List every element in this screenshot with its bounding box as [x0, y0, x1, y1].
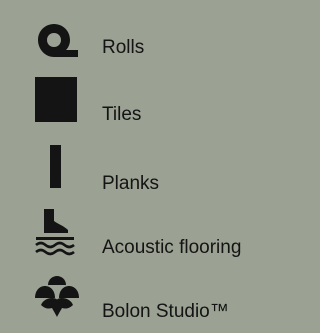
category-item-bolon-studio[interactable]: Bolon Studio™ [0, 273, 270, 333]
bolon-studio-icon [34, 275, 80, 321]
category-label-tiles: Tiles [102, 104, 142, 125]
tile-icon [34, 76, 80, 124]
product-category-list: Rolls Tiles Planks Acoustic flooring Bol… [0, 0, 270, 329]
category-label-acoustic-flooring: Acoustic flooring [102, 237, 242, 258]
category-label-bolon-studio: Bolon Studio™ [102, 301, 229, 322]
category-item-planks[interactable]: Planks [0, 144, 270, 204]
category-item-acoustic-flooring[interactable]: Acoustic flooring [0, 207, 270, 267]
category-label-rolls: Rolls [102, 37, 145, 58]
category-item-tiles[interactable]: Tiles [0, 76, 270, 136]
category-label-planks: Planks [102, 173, 160, 194]
category-item-rolls[interactable]: Rolls [0, 18, 270, 78]
roll-icon [34, 20, 80, 66]
plank-icon [34, 144, 80, 190]
acoustic-flooring-icon [34, 207, 80, 257]
